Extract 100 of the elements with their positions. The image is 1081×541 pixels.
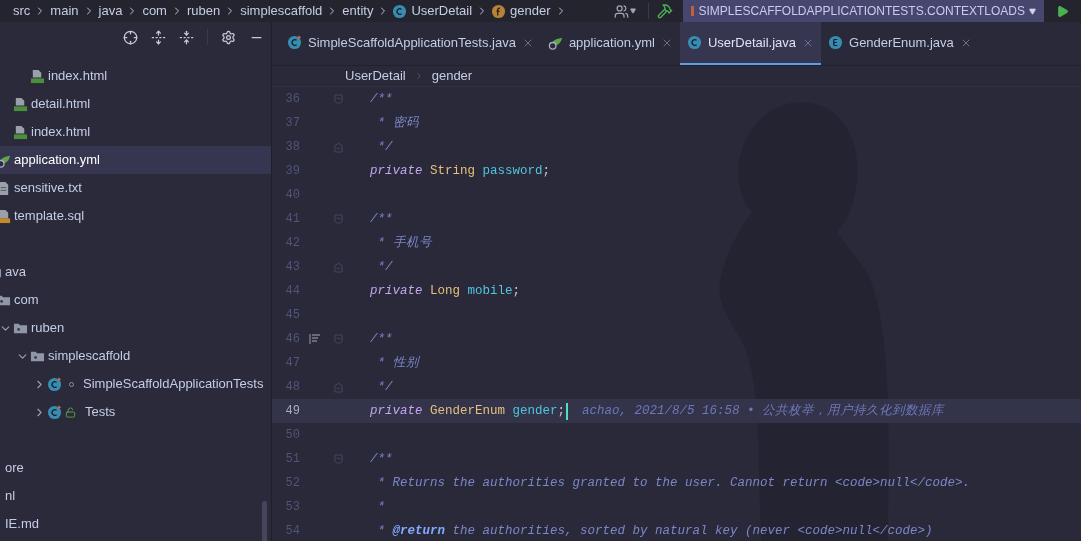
- caret-icon: [1029, 7, 1036, 15]
- inline-blame: achao, 2021/8/5 16:58 • 公共枚举，用户持久化到数据库: [582, 402, 945, 420]
- html-file-icon: [13, 124, 28, 140]
- class-icon: [47, 376, 62, 392]
- tree-item[interactable]: template.sql: [0, 202, 271, 230]
- expand-all-icon[interactable]: [151, 29, 166, 45]
- breadcrumb-item[interactable]: UserDetail: [408, 1, 476, 21]
- tree-item-label: detail.html: [31, 95, 91, 114]
- line-number: 43: [284, 259, 300, 276]
- text-file-icon: [0, 180, 11, 196]
- breadcrumb-item[interactable]: ruben: [183, 1, 224, 21]
- code-text: * @return the authorities, sorted by natural key (never <code>null</code>): [376, 522, 933, 540]
- breadcrumb-item[interactable]: src: [10, 1, 34, 21]
- breadcrumb-item[interactable]: gender: [507, 1, 554, 21]
- breadcrumb-item[interactable]: entity: [339, 1, 377, 21]
- tree-item-label: ruben: [31, 319, 65, 338]
- run-icon[interactable]: [1056, 4, 1069, 18]
- line-number: 37: [284, 115, 300, 132]
- tree-item[interactable]: Tests: [0, 398, 271, 426]
- tree-item-label: index.html: [31, 123, 91, 142]
- class-icon: [392, 3, 408, 19]
- tree-item[interactable]: SimpleScaffoldApplicationTests: [0, 370, 271, 398]
- tree-item-label: nl: [5, 487, 16, 506]
- line-number: 53: [284, 499, 300, 516]
- line-number: 52: [284, 475, 300, 492]
- class-icon: [47, 404, 62, 420]
- scrollbar[interactable]: [262, 501, 267, 541]
- line-number: 39: [284, 163, 300, 180]
- tree-item-label: SimpleScaffoldApplicationTests: [83, 375, 264, 394]
- code-text: * 密码: [376, 114, 419, 132]
- editor-tab[interactable]: SimpleScaffoldApplicationTests.java: [280, 22, 541, 65]
- yaml-file-icon: [547, 35, 563, 50]
- code-text: /**: [370, 450, 393, 468]
- line-number: 41: [284, 211, 300, 228]
- tree-item-label: ore: [5, 459, 24, 478]
- settings-icon[interactable]: [221, 29, 236, 45]
- tree-item[interactable]: detail.html: [0, 90, 271, 118]
- tree-item-label: IE.md: [5, 515, 39, 534]
- tree-item-label: simplescaffold: [48, 347, 131, 366]
- code-text: * Returns the authorities granted to the user. Cannot return <code>null</code>.: [376, 474, 971, 492]
- tree-item[interactable]: ava: [0, 258, 271, 286]
- code-text: */: [376, 258, 393, 276]
- breadcrumb-item[interactable]: main: [47, 1, 82, 21]
- run-config-dropdown[interactable]: SIMPLESCAFFOLDAPPLICATIONTESTS.CONTEXTLOADS: [683, 0, 1044, 22]
- fold-marker-icon[interactable]: [333, 333, 343, 345]
- caret-icon: [630, 8, 637, 14]
- collapse-all-icon[interactable]: [179, 29, 194, 45]
- tree-item[interactable]: sensitive.txt: [0, 174, 271, 202]
- html-file-icon: [30, 68, 45, 84]
- breadcrumb-item[interactable]: simplescaffold: [237, 1, 326, 21]
- fold-marker-icon[interactable]: [333, 453, 343, 465]
- doc-render-icon[interactable]: [309, 334, 321, 344]
- breadcrumb-item[interactable]: UserDetail: [345, 66, 406, 86]
- class-icon: [686, 35, 702, 50]
- code-text: /**: [370, 330, 393, 348]
- line-number: 50: [284, 427, 300, 444]
- tree-item[interactable]: com: [0, 286, 271, 314]
- breadcrumb-item[interactable]: com: [139, 1, 170, 21]
- fold-marker-icon[interactable]: [333, 261, 343, 273]
- tree-item-label: index.html: [48, 67, 108, 86]
- tree-item[interactable]: application.yml: [0, 146, 271, 174]
- text-caret: [566, 402, 569, 420]
- tree-item-label: ava: [5, 263, 26, 282]
- tree-item[interactable]: simplescaffold: [0, 342, 271, 370]
- breadcrumb-item[interactable]: java: [95, 1, 126, 21]
- tree-item-label: Tests: [85, 403, 116, 422]
- code-text: * 手机号: [376, 234, 432, 252]
- editor-tab[interactable]: GenderEnum.java: [821, 22, 979, 65]
- tree-item[interactable]: nl: [0, 482, 271, 510]
- tree-item[interactable]: IE.md: [0, 510, 271, 538]
- fold-marker-icon[interactable]: [333, 93, 343, 105]
- code-text: *: [376, 498, 385, 516]
- enum-icon: [828, 35, 844, 50]
- fold-marker-icon[interactable]: [333, 141, 343, 153]
- tree-item-label: sensitive.txt: [14, 179, 82, 198]
- breadcrumb-item[interactable]: gender: [431, 66, 473, 86]
- editor-tab[interactable]: application.yml: [540, 22, 680, 65]
- fold-marker-icon[interactable]: [333, 381, 343, 393]
- hammer-icon[interactable]: [657, 3, 674, 19]
- line-number: 48: [284, 379, 300, 396]
- code-text: private Long mobile;: [370, 282, 521, 300]
- line-number: 51: [284, 451, 300, 468]
- tree-item-label: template.sql: [14, 207, 85, 226]
- field-icon: [491, 3, 507, 19]
- tree-item[interactable]: index.html: [0, 62, 271, 90]
- code-text: */: [376, 138, 393, 156]
- line-number: 42: [284, 235, 300, 252]
- tree-item[interactable]: ruben: [0, 314, 271, 342]
- editor-tab[interactable]: UserDetail.java: [679, 22, 822, 65]
- tree-item-label: com: [14, 291, 39, 310]
- html-file-icon: [13, 96, 28, 112]
- code-text: */: [376, 378, 393, 396]
- tree-item-label: application.yml: [14, 151, 100, 170]
- code-text: /**: [370, 90, 393, 108]
- line-number: 46: [284, 331, 300, 348]
- locate-icon[interactable]: [123, 29, 138, 45]
- line-number: 49: [284, 403, 300, 420]
- fold-marker-icon[interactable]: [333, 213, 343, 225]
- tree-item[interactable]: index.html: [0, 118, 271, 146]
- tree-item[interactable]: ore: [0, 454, 271, 482]
